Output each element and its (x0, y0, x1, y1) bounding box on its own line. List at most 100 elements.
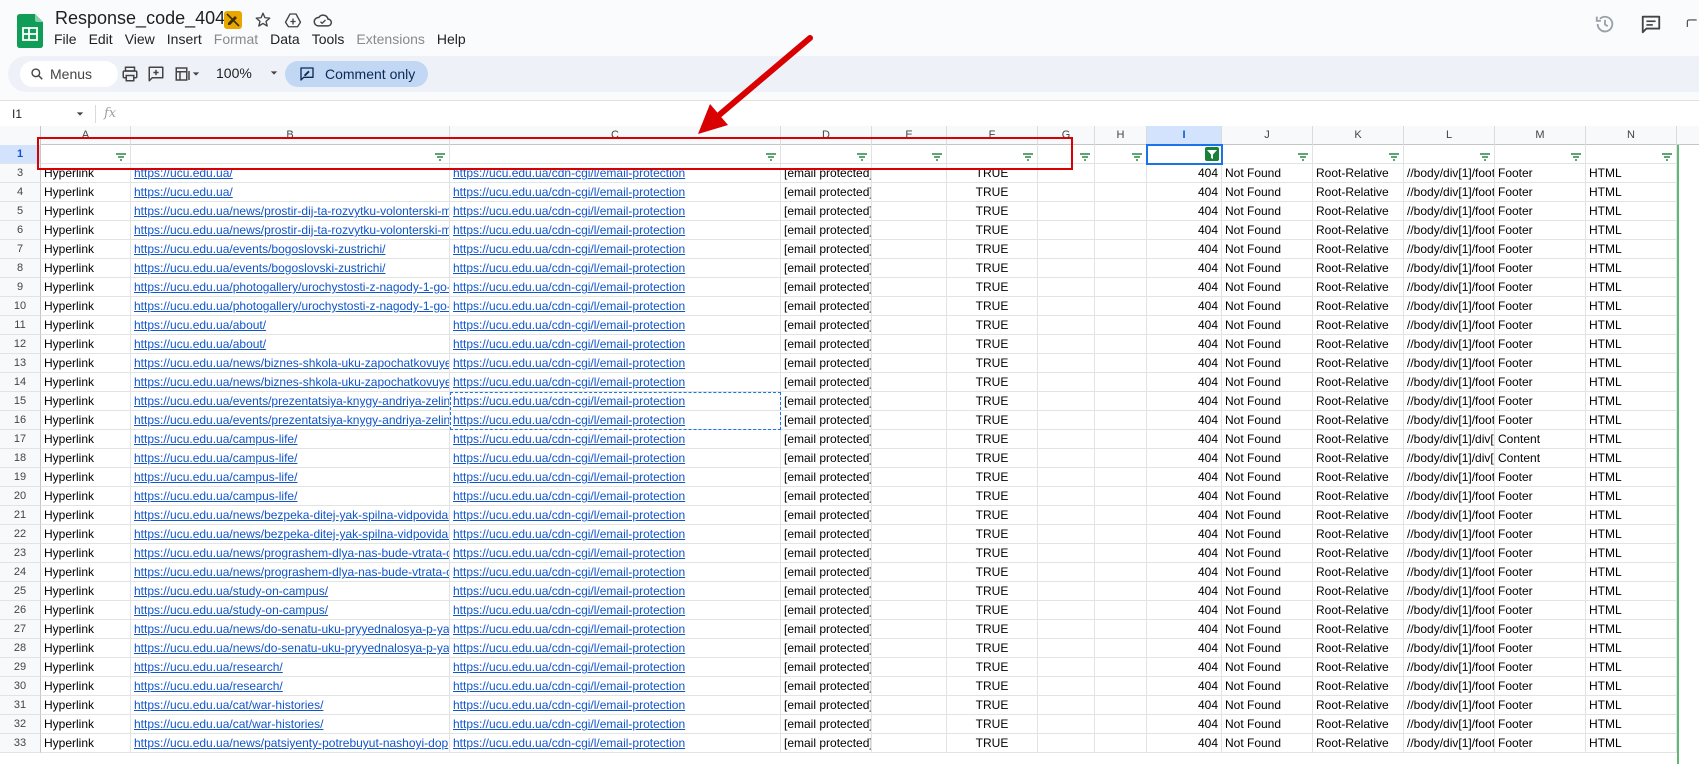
cell-e13[interactable] (872, 354, 947, 373)
cell-k32[interactable]: Root-Relative (1313, 715, 1404, 734)
cell-b32[interactable]: https://ucu.edu.ua/cat/war-histories/ (131, 715, 450, 734)
cell-l12[interactable]: //body/div[1]/foot (1404, 335, 1495, 354)
cell-g7[interactable] (1038, 240, 1095, 259)
filter-icon[interactable] (1297, 149, 1309, 161)
menu-view[interactable]: View (119, 30, 161, 48)
cloud-status-icon[interactable] (312, 9, 334, 31)
cell-m26[interactable]: Footer (1495, 601, 1586, 620)
cell-j33[interactable]: Not Found (1222, 734, 1313, 753)
cell-g4[interactable] (1038, 183, 1095, 202)
cell-d11[interactable]: [email protected] (781, 316, 872, 335)
menu-tools[interactable]: Tools (306, 30, 351, 48)
cell-b29[interactable]: https://ucu.edu.ua/research/ (131, 658, 450, 677)
cell-f6[interactable]: TRUE (947, 221, 1038, 240)
cell-c8[interactable]: https://ucu.edu.ua/cdn-cgi/l/email-prote… (450, 259, 781, 278)
cell-m23[interactable]: Footer (1495, 544, 1586, 563)
cell-c13[interactable]: https://ucu.edu.ua/cdn-cgi/l/email-prote… (450, 354, 781, 373)
cell-h27[interactable] (1095, 620, 1147, 639)
filter-icon[interactable] (931, 149, 943, 161)
cell-a32[interactable]: Hyperlink (41, 715, 131, 734)
cell-n7[interactable]: HTML (1586, 240, 1677, 259)
row-number[interactable]: 28 (0, 639, 41, 658)
cell-g26[interactable] (1038, 601, 1095, 620)
cell-i4[interactable]: 404 (1147, 183, 1222, 202)
cell-g23[interactable] (1038, 544, 1095, 563)
cell-j18[interactable]: Not Found (1222, 449, 1313, 468)
cell-b27[interactable]: https://ucu.edu.ua/news/do-senatu-uku-pr… (131, 620, 450, 639)
cell-l11[interactable]: //body/div[1]/foot (1404, 316, 1495, 335)
cell-a24[interactable]: Hyperlink (41, 563, 131, 582)
spreadsheet-grid[interactable]: ABCDEFGHIJKLMN 1 3 Hyperlink https://ucu.ed… (0, 126, 1699, 764)
cell-f30[interactable]: TRUE (947, 677, 1038, 696)
cell-j26[interactable]: Not Found (1222, 601, 1313, 620)
cell-k29[interactable]: Root-Relative (1313, 658, 1404, 677)
row-number[interactable]: 31 (0, 696, 41, 715)
cell-g17[interactable] (1038, 430, 1095, 449)
cell-i29[interactable]: 404 (1147, 658, 1222, 677)
cell-d24[interactable]: [email protected] (781, 563, 872, 582)
cell-i28[interactable]: 404 (1147, 639, 1222, 658)
cell-d17[interactable]: [email protected] (781, 430, 872, 449)
cell-k31[interactable]: Root-Relative (1313, 696, 1404, 715)
cell-l19[interactable]: //body/div[1]/foot (1404, 468, 1495, 487)
cell-m13[interactable]: Footer (1495, 354, 1586, 373)
cell-h5[interactable] (1095, 202, 1147, 221)
cell-a28[interactable]: Hyperlink (41, 639, 131, 658)
cell-e23[interactable] (872, 544, 947, 563)
cell-l21[interactable]: //body/div[1]/foot (1404, 506, 1495, 525)
cell-i11[interactable]: 404 (1147, 316, 1222, 335)
cell-e21[interactable] (872, 506, 947, 525)
cell-g14[interactable] (1038, 373, 1095, 392)
cell-j28[interactable]: Not Found (1222, 639, 1313, 658)
cell-h3[interactable] (1095, 164, 1147, 183)
cell-n17[interactable]: HTML (1586, 430, 1677, 449)
cell-k11[interactable]: Root-Relative (1313, 316, 1404, 335)
cell-b31[interactable]: https://ucu.edu.ua/cat/war-histories/ (131, 696, 450, 715)
cell-b20[interactable]: https://ucu.edu.ua/campus-life/ (131, 487, 450, 506)
cell-c33[interactable]: https://ucu.edu.ua/cdn-cgi/l/email-prote… (450, 734, 781, 753)
cell-b21[interactable]: https://ucu.edu.ua/news/bezpeka-ditej-ya… (131, 506, 450, 525)
cell-k30[interactable]: Root-Relative (1313, 677, 1404, 696)
cell-c24[interactable]: https://ucu.edu.ua/cdn-cgi/l/email-prote… (450, 563, 781, 582)
cell-a14[interactable]: Hyperlink (41, 373, 131, 392)
cell-h22[interactable] (1095, 525, 1147, 544)
cell-d29[interactable]: [email protected] (781, 658, 872, 677)
row-number[interactable]: 10 (0, 297, 41, 316)
cell-i7[interactable]: 404 (1147, 240, 1222, 259)
cell-h16[interactable] (1095, 411, 1147, 430)
cell-f11[interactable]: TRUE (947, 316, 1038, 335)
cell-g13[interactable] (1038, 354, 1095, 373)
cell-n5[interactable]: HTML (1586, 202, 1677, 221)
cell-f12[interactable]: TRUE (947, 335, 1038, 354)
filter-icon[interactable] (1388, 149, 1400, 161)
cell-b30[interactable]: https://ucu.edu.ua/research/ (131, 677, 450, 696)
cell-n22[interactable]: HTML (1586, 525, 1677, 544)
cell-g28[interactable] (1038, 639, 1095, 658)
cell-g12[interactable] (1038, 335, 1095, 354)
cell-l27[interactable]: //body/div[1]/foot (1404, 620, 1495, 639)
cell-b1[interactable] (131, 145, 450, 164)
cell-i25[interactable]: 404 (1147, 582, 1222, 601)
cell-f7[interactable]: TRUE (947, 240, 1038, 259)
cell-f14[interactable]: TRUE (947, 373, 1038, 392)
cell-e6[interactable] (872, 221, 947, 240)
cell-l15[interactable]: //body/div[1]/foot (1404, 392, 1495, 411)
cell-a17[interactable]: Hyperlink (41, 430, 131, 449)
cell-e31[interactable] (872, 696, 947, 715)
cell-a4[interactable]: Hyperlink (41, 183, 131, 202)
cell-f22[interactable]: TRUE (947, 525, 1038, 544)
cell-e14[interactable] (872, 373, 947, 392)
cell-e17[interactable] (872, 430, 947, 449)
cell-k18[interactable]: Root-Relative (1313, 449, 1404, 468)
cell-g30[interactable] (1038, 677, 1095, 696)
cell-j9[interactable]: Not Found (1222, 278, 1313, 297)
cell-b6[interactable]: https://ucu.edu.ua/news/prostir-dij-ta-r… (131, 221, 450, 240)
cell-j10[interactable]: Not Found (1222, 297, 1313, 316)
cell-d28[interactable]: [email protected] (781, 639, 872, 658)
cell-c22[interactable]: https://ucu.edu.ua/cdn-cgi/l/email-prote… (450, 525, 781, 544)
column-header-j[interactable]: J (1222, 126, 1313, 145)
cell-a16[interactable]: Hyperlink (41, 411, 131, 430)
cell-a23[interactable]: Hyperlink (41, 544, 131, 563)
cell-j15[interactable]: Not Found (1222, 392, 1313, 411)
cell-g32[interactable] (1038, 715, 1095, 734)
